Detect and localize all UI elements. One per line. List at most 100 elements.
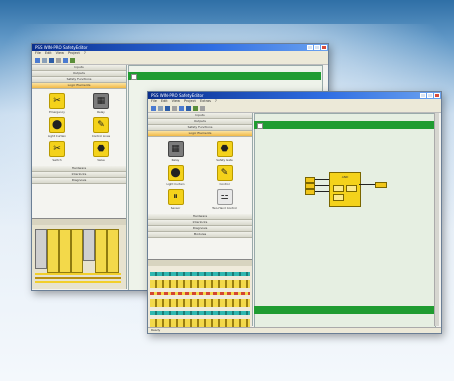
logic-function-block[interactable]: AND bbox=[329, 172, 361, 207]
icon-glyph: ⬤ bbox=[170, 168, 181, 178]
icon-glyph: ⏸ bbox=[173, 192, 178, 202]
palette-item[interactable]: ⏸ Sensor bbox=[154, 189, 197, 210]
pen-icon: ✎ bbox=[216, 165, 233, 181]
palette-item-label: Switch bbox=[52, 158, 62, 162]
input-block[interactable] bbox=[305, 189, 315, 195]
close-icon[interactable] bbox=[434, 93, 440, 98]
menu-edit[interactable]: Edit bbox=[161, 99, 168, 104]
menu-view[interactable]: View bbox=[172, 99, 180, 104]
icon-glyph: ⬣ bbox=[220, 144, 229, 154]
menu-file[interactable]: File bbox=[151, 99, 157, 104]
minimize-icon[interactable] bbox=[420, 93, 426, 98]
palette-item[interactable]: ✂ Emergency bbox=[38, 93, 76, 114]
back-section-diagnosis[interactable]: Diagnosis bbox=[32, 178, 126, 184]
close-icon[interactable] bbox=[321, 45, 327, 50]
switch-icon: ✂ bbox=[49, 141, 65, 157]
hw-module[interactable] bbox=[59, 229, 71, 273]
icon-glyph: ✎ bbox=[220, 168, 229, 178]
cut-icon[interactable] bbox=[172, 105, 177, 111]
front-window: PSS WIN-PRO SafetyEditor File Edit View … bbox=[147, 91, 442, 334]
front-window-title: PSS WIN-PRO SafetyEditor bbox=[151, 93, 204, 98]
status-text: Ready bbox=[151, 328, 161, 332]
menu-edit[interactable]: Edit bbox=[45, 51, 52, 56]
palette-item-label: Emergency bbox=[49, 110, 65, 114]
screenshot-stage: PSS WIN-PRO SafetyEditor File Edit View … bbox=[0, 0, 454, 381]
hw-module[interactable] bbox=[107, 229, 119, 273]
front-canvas[interactable] bbox=[254, 113, 436, 328]
palette-item-label: Light Curtain bbox=[47, 134, 67, 138]
palette-item[interactable]: ✎ Control Lines bbox=[82, 117, 120, 138]
hw-terminal-strip bbox=[35, 277, 121, 279]
front-icon-grid: ▦ Relay ⬣ Safety Gate ⬤ Light Curtain ✎ Control… bbox=[148, 137, 252, 214]
back-hardware-header bbox=[32, 219, 126, 225]
minimize-icon[interactable] bbox=[307, 45, 313, 50]
compile-icon[interactable] bbox=[70, 57, 75, 63]
valve-icon: ⬣ bbox=[93, 141, 109, 157]
copy-icon[interactable] bbox=[63, 57, 68, 63]
palette-item[interactable]: ⬣ Safety Gate bbox=[203, 141, 246, 162]
menu-view[interactable]: View bbox=[56, 51, 64, 56]
hw-row-yellow bbox=[150, 280, 250, 288]
palette-item[interactable]: ⬤ Light Curtain bbox=[38, 117, 76, 138]
open-icon[interactable] bbox=[158, 105, 163, 111]
palette-item[interactable]: ▦ Relay bbox=[82, 93, 120, 114]
back-toolbar bbox=[32, 56, 328, 65]
output-block[interactable] bbox=[375, 182, 387, 188]
palette-item[interactable]: ⬣ Valve bbox=[82, 141, 120, 162]
front-window-titlebar[interactable]: PSS WIN-PRO SafetyEditor bbox=[148, 92, 441, 99]
back-window-titlebar[interactable]: PSS WIN-PRO SafetyEditor bbox=[32, 44, 328, 51]
palette-item[interactable]: ✎ Control bbox=[203, 165, 246, 186]
copy-icon[interactable] bbox=[179, 105, 184, 111]
print-icon[interactable] bbox=[200, 105, 205, 111]
front-window-controls bbox=[420, 93, 440, 98]
open-icon[interactable] bbox=[42, 57, 47, 63]
icon-glyph: ⚍ bbox=[220, 192, 229, 202]
menu-help[interactable]: ? bbox=[84, 51, 86, 56]
front-section-modules[interactable]: Modules bbox=[148, 232, 252, 238]
back-canvas-tab-icon[interactable] bbox=[131, 74, 137, 80]
output-wire bbox=[359, 184, 375, 185]
front-canvas-tab-icon[interactable] bbox=[257, 123, 263, 129]
palette-item-label: Control bbox=[219, 182, 230, 186]
new-icon[interactable] bbox=[151, 105, 156, 111]
new-icon[interactable] bbox=[35, 57, 40, 63]
two-hand-icon: ⚍ bbox=[216, 189, 233, 205]
front-vertical-scrollbar[interactable] bbox=[434, 113, 439, 326]
front-hardware-header bbox=[148, 260, 252, 266]
hw-module[interactable] bbox=[47, 229, 59, 273]
palette-item[interactable]: ▦ Relay bbox=[154, 141, 197, 162]
palette-item[interactable]: ✂ Switch bbox=[38, 141, 76, 162]
menu-project[interactable]: Project bbox=[184, 99, 196, 104]
paste-icon[interactable] bbox=[186, 105, 191, 111]
back-icon-grid: ✂ Emergency ▦ Relay ⬤ Light Curtain ✎ Control L… bbox=[32, 89, 126, 166]
maximize-icon[interactable] bbox=[314, 45, 320, 50]
cut-icon[interactable] bbox=[56, 57, 61, 63]
hw-module[interactable] bbox=[71, 229, 83, 273]
menu-project[interactable]: Project bbox=[68, 51, 80, 56]
emergency-stop-icon: ✂ bbox=[49, 93, 65, 109]
save-icon[interactable] bbox=[165, 105, 170, 111]
hw-row-yellow bbox=[150, 299, 250, 307]
menu-extras[interactable]: Extras bbox=[200, 99, 211, 104]
save-icon[interactable] bbox=[49, 57, 54, 63]
compile-icon[interactable] bbox=[193, 105, 198, 111]
maximize-icon[interactable] bbox=[427, 93, 433, 98]
hw-row-red bbox=[150, 292, 250, 295]
hw-module[interactable] bbox=[83, 229, 95, 261]
menu-help[interactable]: ? bbox=[215, 99, 217, 104]
front-canvas-footer bbox=[254, 306, 434, 314]
palette-item-label: Valve bbox=[97, 158, 105, 162]
back-window-controls bbox=[307, 45, 327, 50]
palette-item-label: Control Lines bbox=[91, 134, 111, 138]
front-element-panel: Inputs Outputs Safety Functions Logic El… bbox=[148, 113, 253, 333]
palette-item-label: Relay bbox=[171, 158, 180, 162]
icon-glyph: ⬤ bbox=[51, 120, 63, 130]
icon-glyph: ⬣ bbox=[97, 144, 105, 154]
menu-file[interactable]: File bbox=[35, 51, 41, 56]
hw-module[interactable] bbox=[35, 229, 47, 269]
hw-module[interactable] bbox=[95, 229, 107, 273]
palette-item[interactable]: ⚍ Two-Hand Control bbox=[203, 189, 246, 210]
relay-icon: ▦ bbox=[93, 93, 109, 109]
palette-item[interactable]: ⬤ Light Curtain bbox=[154, 165, 197, 186]
back-element-panel: Inputs Outputs Safety Functions Logic El… bbox=[32, 65, 127, 289]
